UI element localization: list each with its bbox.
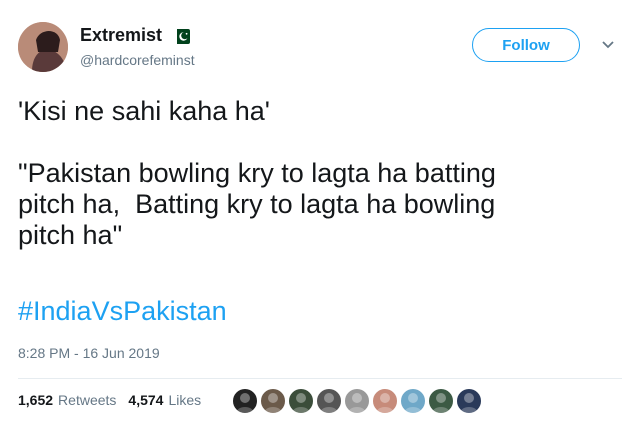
liker-avatar-8[interactable]	[428, 388, 454, 414]
user-handle[interactable]: @hardcorefeminst	[80, 52, 195, 68]
pakistan-flag-icon	[172, 28, 191, 44]
liker-avatar-6[interactable]	[372, 388, 398, 414]
follow-button[interactable]: Follow	[472, 28, 580, 62]
liker-avatar-1[interactable]	[232, 388, 258, 414]
liker-avatar-7[interactable]	[400, 388, 426, 414]
likes-label: Likes	[168, 392, 202, 408]
chevron-down-icon[interactable]	[601, 40, 615, 50]
liker-avatars	[232, 388, 484, 414]
retweets-count: 1,652	[18, 392, 54, 408]
divider	[18, 378, 622, 379]
engagement-stats: 1,652 Retweets 4,574 Likes	[18, 392, 213, 408]
liker-avatar-3[interactable]	[288, 388, 314, 414]
tweet-text: 'Kisi ne sahi kaha ha' "Pakistan bowling…	[18, 96, 496, 250]
hashtag-link[interactable]: #IndiaVsPakistan	[18, 296, 227, 327]
likes-stat[interactable]: 4,574 Likes	[128, 392, 201, 408]
avatar[interactable]	[18, 22, 68, 72]
liker-avatar-5[interactable]	[344, 388, 370, 414]
user-display-name[interactable]: Extremist	[80, 25, 191, 46]
liker-avatar-9[interactable]	[456, 388, 482, 414]
tweet-timestamp[interactable]: 8:28 PM - 16 Jun 2019	[18, 345, 160, 361]
likes-count: 4,574	[128, 392, 164, 408]
avatar-photo-icon	[18, 22, 68, 72]
liker-avatar-4[interactable]	[316, 388, 342, 414]
retweets-label: Retweets	[58, 392, 117, 408]
liker-avatar-2[interactable]	[260, 388, 286, 414]
retweets-stat[interactable]: 1,652 Retweets	[18, 392, 116, 408]
display-name-text: Extremist	[80, 25, 163, 45]
